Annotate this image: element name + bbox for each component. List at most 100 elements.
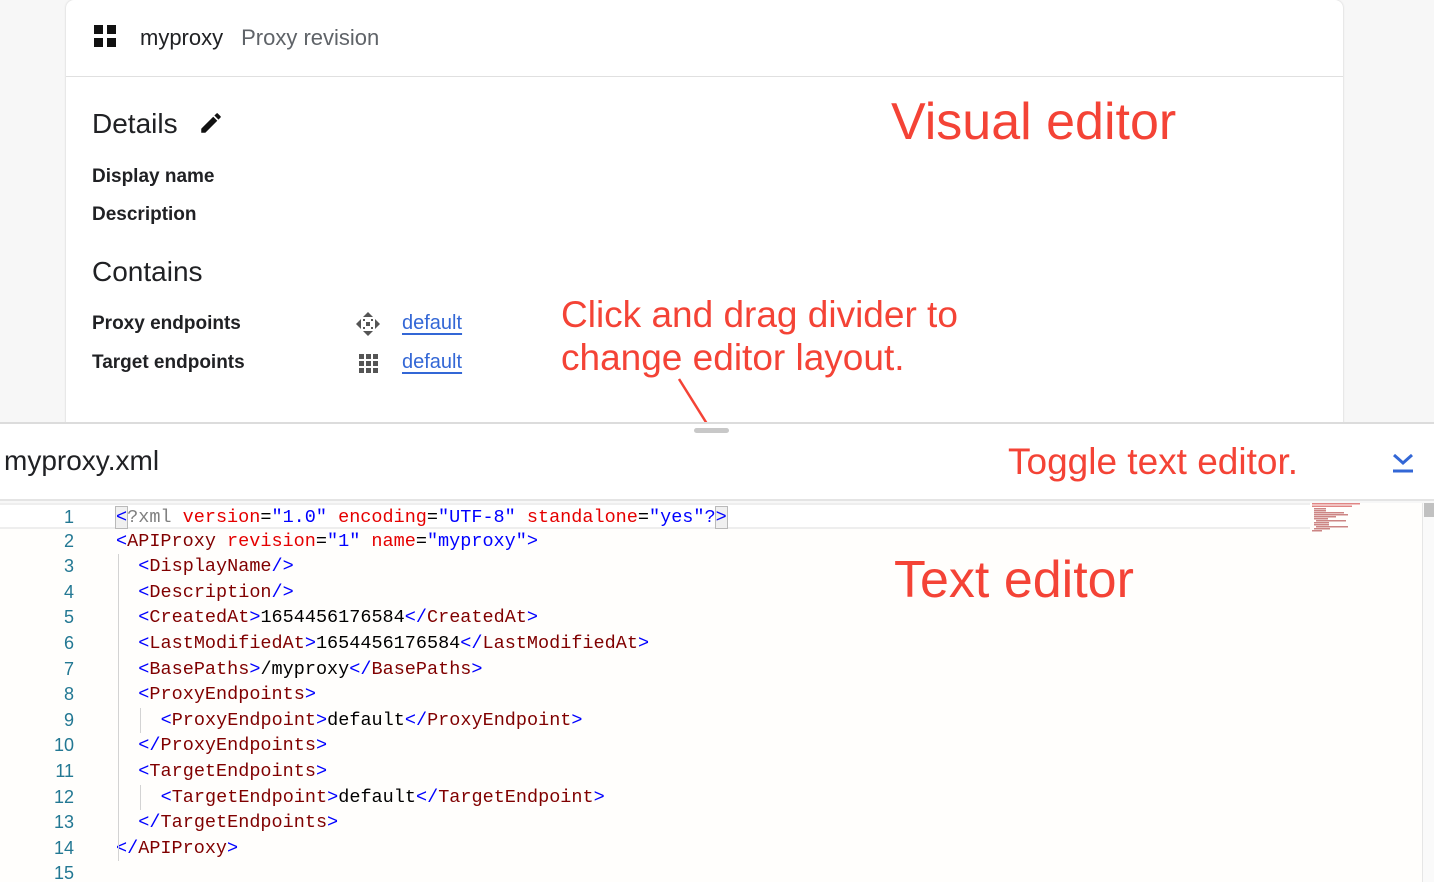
code-token: </: [138, 812, 161, 834]
code-token: <: [138, 761, 150, 782]
code-token: >: [304, 684, 316, 706]
line-number: 1: [63, 507, 74, 527]
code-token: =: [637, 507, 649, 528]
code-line[interactable]: 9 <ProxyEndpoint>default</ProxyEndpoint>: [0, 708, 1310, 734]
line-code: <ProxyEndpoints>: [138, 682, 316, 708]
code-token: </: [460, 633, 483, 654]
indent-guide: [140, 784, 142, 811]
code-token: "1": [326, 530, 361, 552]
line-code: <?xml version="1.0" encoding="UTF-8" sta…: [114, 505, 728, 531]
code-token: <: [138, 633, 150, 654]
code-line[interactable]: 14 </APIProxy>: [0, 836, 1310, 862]
code-token: <: [160, 709, 172, 731]
annotation-toggle-hint: Toggle text editor.: [1008, 441, 1299, 482]
code-token: =: [415, 530, 427, 552]
proxy-subtitle: Proxy revision: [241, 25, 380, 50]
text-editor-header: myproxy.xml Toggle text editor.: [0, 424, 1434, 501]
pencil-icon[interactable]: [198, 110, 224, 136]
code-token: >: [471, 658, 483, 680]
code-line[interactable]: 8 <ProxyEndpoints>: [0, 682, 1310, 708]
line-number: 8: [63, 684, 74, 705]
scrollbar-thumb[interactable]: [1424, 503, 1434, 517]
code-token: >: [526, 530, 538, 552]
code-token: </: [404, 607, 427, 629]
proxy-name: myproxy: [140, 25, 224, 50]
line-number: 15: [53, 863, 74, 882]
code-token: >: [571, 709, 583, 731]
code-token: >: [315, 761, 328, 782]
proxy-endpoint-icon: [356, 312, 380, 336]
code-token: LastModifiedAt: [149, 633, 305, 654]
file-name: myproxy.xml: [4, 445, 160, 476]
code-line[interactable]: 13 </TargetEndpoints>: [0, 810, 1310, 836]
line-number: 3: [63, 556, 74, 577]
code-token: ?xml: [127, 507, 172, 528]
editor-scrollbar[interactable]: [1422, 503, 1434, 882]
code-token: BasePaths: [371, 658, 472, 680]
code-token: default: [327, 709, 405, 731]
target-endpoint-default-link[interactable]: default: [402, 351, 462, 374]
code-line[interactable]: 1 <?xml version="1.0" encoding="UTF-8" st…: [0, 503, 1310, 529]
proxy-endpoint-default-link[interactable]: default: [402, 312, 462, 335]
code-token: <: [138, 607, 150, 629]
line-number: 11: [55, 761, 74, 781]
code-token: "UTF-8": [438, 507, 516, 528]
details-heading: Details: [92, 108, 178, 139]
code-token: TargetEndpoint: [438, 786, 594, 808]
code-line[interactable]: 6 <LastModifiedAt>1654456176584</LastModi…: [0, 631, 1310, 657]
code-line[interactable]: 15: [0, 861, 1310, 882]
indent-guide: [118, 554, 119, 862]
description-label: Description: [92, 204, 197, 225]
code-token: />: [271, 556, 294, 578]
code-token: BasePaths: [149, 658, 250, 680]
code-line[interactable]: 11 <TargetEndpoints>: [0, 759, 1310, 785]
line-number: 5: [63, 607, 74, 628]
line-code: </APIProxy>: [116, 836, 238, 862]
code-line[interactable]: 12 <TargetEndpoint>default</TargetEndpoin…: [0, 785, 1310, 811]
code-token: revision: [227, 530, 316, 552]
line-number: 12: [53, 786, 74, 807]
code-line[interactable]: 7 <BasePaths>/myproxy</BasePaths>: [0, 657, 1310, 683]
code-token: </: [349, 658, 372, 680]
line-number: 9: [63, 709, 74, 730]
code-token: <: [138, 581, 150, 603]
code-token: =: [260, 507, 272, 528]
code-token: DisplayName: [149, 556, 272, 578]
code-token: standalone: [526, 507, 638, 528]
divider-drag-handle[interactable]: [694, 428, 729, 433]
code-editor[interactable]: 1 <?xml version="1.0" encoding="UTF-8" st…: [0, 503, 1422, 882]
code-token: LastModifiedAt: [482, 633, 638, 654]
code-token: 1654456176584: [315, 633, 461, 654]
code-token: ProxyEndpoints: [160, 735, 316, 757]
line-code: <TargetEndpoint>default</TargetEndpoint>: [161, 785, 605, 811]
code-token: 1654456176584: [260, 607, 405, 629]
code-token: <: [114, 506, 129, 529]
annotation-divider-hint-line2: change editor layout.: [561, 337, 905, 378]
line-code: <CreatedAt>1654456176584</CreatedAt>: [138, 605, 538, 631]
line-number: 13: [53, 812, 74, 833]
code-line[interactable]: 10 </ProxyEndpoints>: [0, 733, 1310, 759]
contains-heading: Contains: [92, 256, 203, 287]
proxy-header: myproxy Proxy revision: [66, 0, 1343, 77]
line-number: 10: [53, 735, 74, 756]
code-minimap[interactable]: [1312, 503, 1372, 533]
code-token: >: [327, 786, 339, 808]
line-code: <BasePaths>/myproxy</BasePaths>: [138, 657, 482, 683]
line-number: 14: [53, 837, 74, 858]
code-token: "myproxy": [426, 530, 527, 552]
code-token: <: [138, 556, 150, 578]
line-number: 6: [63, 633, 74, 653]
code-token: <: [138, 658, 150, 680]
code-token: </: [415, 786, 439, 808]
code-token: default: [338, 786, 416, 808]
collapse-down-icon[interactable]: [1388, 450, 1418, 476]
annotation-visual-editor: Visual editor: [891, 93, 1177, 151]
code-token: >: [316, 709, 328, 731]
code-token: </: [404, 709, 428, 731]
code-token: encoding: [338, 507, 427, 528]
